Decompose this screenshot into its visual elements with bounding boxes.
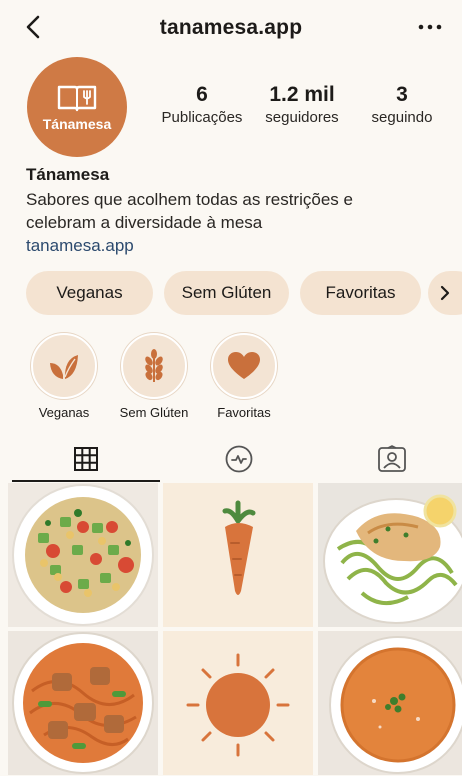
- chip-veganas[interactable]: Veganas: [26, 271, 153, 315]
- more-options-button[interactable]: [414, 14, 446, 40]
- highlight-circle: [31, 333, 97, 399]
- chip-sem-gluten[interactable]: Sem Glúten: [164, 271, 289, 315]
- following-count: 3: [396, 83, 408, 106]
- profile-name: Tánamesa: [26, 165, 110, 184]
- chips-next-button[interactable]: [428, 271, 462, 315]
- chicken-zoodles-image: [323, 494, 462, 624]
- soup-image: [329, 636, 462, 774]
- carrot-image: [222, 500, 256, 595]
- tab-reels[interactable]: [162, 436, 316, 482]
- highlight-circle: [121, 333, 187, 399]
- tab-grid[interactable]: [9, 436, 163, 482]
- followers-label: seguidores: [265, 109, 339, 126]
- highlight-label: Favoritas: [217, 405, 271, 420]
- chip-favoritas[interactable]: Favoritas: [300, 271, 421, 315]
- followers-count: 1.2 mil: [269, 83, 335, 106]
- heart-icon: [228, 352, 260, 379]
- avatar-text: Tánamesa: [42, 116, 112, 132]
- category-chips: Veganas Sem Glúten Favoritas: [0, 271, 462, 315]
- post-chicken-zoodles[interactable]: [318, 483, 462, 627]
- leaf-icon: [50, 355, 78, 379]
- bio-line-2: celebram a diversidade à mesa: [26, 213, 263, 232]
- post-soup[interactable]: [318, 631, 462, 775]
- grid-icon: [74, 447, 98, 471]
- following-stat[interactable]: 3 seguindo: [352, 82, 452, 128]
- salad-image: [12, 484, 154, 626]
- highlight-label: Veganas: [38, 405, 90, 420]
- profile-stats: 6 Publicações 1.2 mil seguidores 3 segui…: [150, 82, 450, 142]
- posts-grid: [8, 483, 462, 776]
- post-pasta[interactable]: [8, 631, 158, 775]
- post-carrot[interactable]: [163, 483, 313, 627]
- highlight-circle: [211, 333, 277, 399]
- highlight-veganas[interactable]: Veganas: [24, 333, 104, 420]
- top-bar: tanamesa.app: [0, 0, 462, 58]
- bio: Tánamesa Sabores que acolhem todas as re…: [26, 164, 446, 258]
- more-icon: [418, 24, 442, 30]
- followers-stat[interactable]: 1.2 mil seguidores: [252, 82, 352, 128]
- following-label: seguindo: [371, 109, 433, 126]
- avatar[interactable]: Tánamesa: [27, 57, 127, 157]
- post-sun[interactable]: [163, 631, 313, 775]
- highlight-label: Sem Glúten: [119, 405, 189, 420]
- sun-image: [186, 653, 290, 757]
- story-highlights: Veganas Sem Glúten Favoritas: [0, 333, 462, 428]
- profile-handle: tanamesa.app: [159, 16, 303, 39]
- active-tab-indicator: [12, 480, 160, 482]
- posts-label: Publicações: [161, 109, 243, 126]
- post-salad[interactable]: [8, 483, 158, 627]
- chevron-right-icon: [440, 285, 450, 301]
- tagged-icon: [378, 445, 406, 472]
- book-fork-icon: [57, 85, 97, 112]
- bio-line-1: Sabores que acolhem todas as restrições …: [26, 190, 353, 209]
- wheat-icon: [145, 349, 163, 382]
- pasta-image: [12, 632, 154, 774]
- tab-tagged[interactable]: [315, 436, 462, 482]
- reels-icon: [225, 445, 253, 473]
- profile-tabs: [0, 436, 462, 482]
- posts-count: 6: [196, 83, 208, 106]
- highlight-favoritas[interactable]: Favoritas: [204, 333, 284, 420]
- highlight-sem-gluten[interactable]: Sem Glúten: [114, 333, 194, 420]
- profile-link[interactable]: tanamesa.app: [26, 234, 446, 258]
- posts-stat[interactable]: 6 Publicações: [152, 82, 252, 128]
